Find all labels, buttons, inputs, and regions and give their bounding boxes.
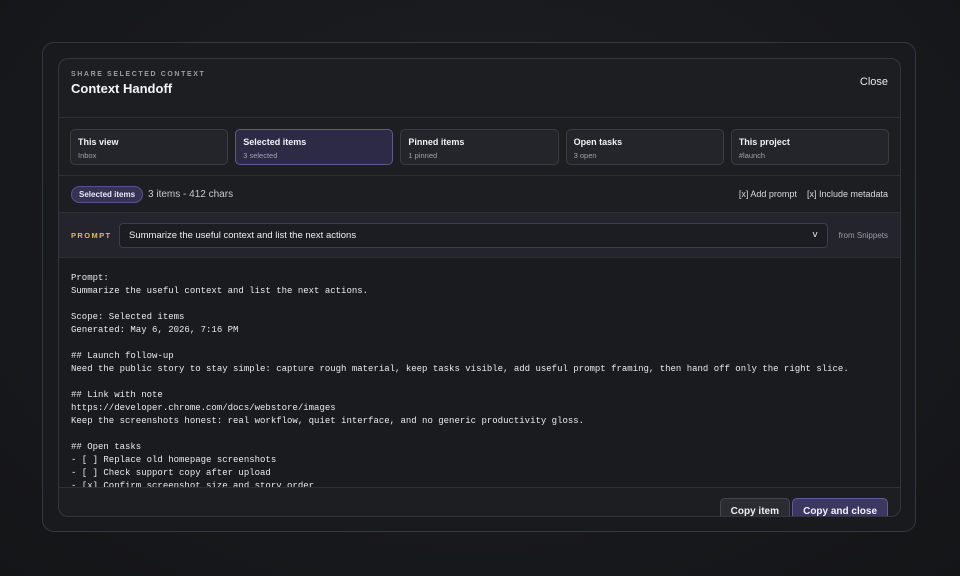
dialog-footer: Copy item Copy and close (59, 488, 900, 516)
tab-label: Open tasks (573, 137, 623, 147)
include-metadata-toggle[interactable]: [x] Include metadata (807, 189, 888, 199)
tab-label: This view (78, 137, 119, 147)
output-line: Summarize the useful context and list th… (71, 286, 369, 296)
tab-selected-items[interactable]: Selected items 3 selected (235, 129, 394, 165)
tab-sublabel: 3 open (573, 151, 597, 160)
tab-open-tasks[interactable]: Open tasks 3 open (565, 129, 724, 165)
scope-badge: Selected items (71, 185, 144, 203)
item-count: 3 items - 412 chars (148, 188, 234, 200)
prompt-source: from Snippets (838, 230, 888, 240)
output-line: https://developer.chrome.com/docs/websto… (71, 403, 336, 413)
output-line: Generated: May 6, 2026, 7:16 PM (71, 325, 239, 335)
tab-label: Pinned items (408, 137, 465, 147)
prompt-select-value: Summarize the useful context and list th… (129, 229, 357, 241)
output-options: [x] Add prompt [x] Include metadata (739, 189, 888, 199)
output-line: ## Launch follow-up (71, 351, 174, 361)
tab-label: Selected items (243, 137, 307, 147)
prompt-select[interactable]: Summarize the useful context and list th… (119, 222, 828, 248)
prompt-row: PROMPT Summarize the useful context and … (59, 213, 900, 258)
copy-item-button[interactable]: Copy item (719, 498, 790, 516)
close-button[interactable]: Close (860, 76, 888, 88)
chevron-down-icon: v (812, 230, 818, 240)
output-line: - [ ] Check support copy after upload (71, 468, 271, 478)
tab-pinned-items[interactable]: Pinned items 1 pinned (400, 129, 559, 165)
output-line: Need the public story to stay simple: ca… (71, 364, 849, 374)
output-line: - [ ] Replace old homepage screenshots (71, 455, 277, 465)
output-line: Prompt: (71, 273, 109, 283)
tab-sublabel: Inbox (78, 151, 97, 160)
output-preview[interactable]: Prompt: Summarize the useful context and … (59, 258, 900, 488)
tab-this-project[interactable]: This project #launch (730, 129, 890, 165)
output-line: ## Open tasks (71, 442, 142, 452)
dialog-eyebrow: SHARE SELECTED CONTEXT (71, 71, 206, 78)
tab-sublabel: 1 pinned (408, 151, 438, 160)
output-line: ## Link with note (71, 390, 163, 400)
copy-and-close-button[interactable]: Copy and close (792, 498, 888, 516)
tab-sublabel: 3 selected (243, 151, 278, 160)
tab-sublabel: #launch (738, 151, 766, 160)
output-line: Keep the screenshots honest: real workfl… (71, 416, 585, 426)
add-prompt-toggle[interactable]: [x] Add prompt (739, 189, 797, 199)
prompt-label: PROMPT (71, 230, 112, 240)
tab-this-view[interactable]: This view Inbox (70, 129, 229, 165)
dialog-header: SHARE SELECTED CONTEXT Context Handoff C… (59, 59, 900, 118)
scope-tabs: This view Inbox Selected items 3 selecte… (59, 118, 900, 176)
dialog-title: Context Handoff (71, 81, 173, 96)
output-line: Scope: Selected items (71, 312, 185, 322)
selection-summary: Selected items 3 items - 412 chars [x] A… (59, 176, 900, 213)
output-line: - [x] Confirm screenshot size and story … (71, 481, 315, 488)
tab-label: This project (738, 137, 790, 147)
context-handoff-dialog: SHARE SELECTED CONTEXT Context Handoff C… (58, 58, 901, 517)
